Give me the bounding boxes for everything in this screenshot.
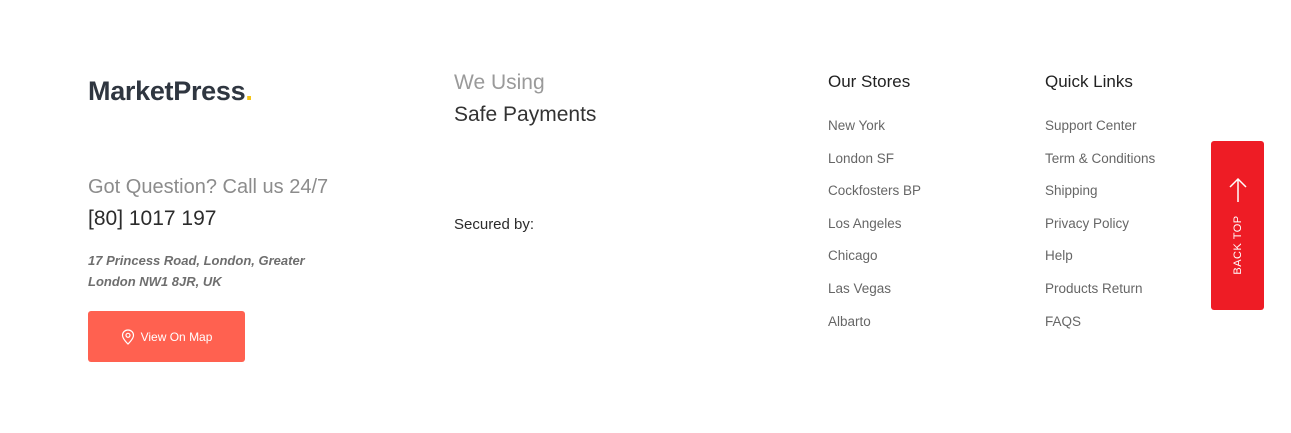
payments-title: Safe Payments xyxy=(454,103,597,126)
stores-list: New York London SF Cockfosters BP Los An… xyxy=(828,118,921,346)
quick-link-faqs[interactable]: FAQS xyxy=(1045,314,1155,347)
store-address: 17 Princess Road, London, Greater London… xyxy=(88,250,348,292)
secured-by-label: Secured by: xyxy=(454,216,535,233)
our-stores-heading: Our Stores xyxy=(828,72,911,91)
map-pin-icon xyxy=(121,328,135,345)
quick-links-heading: Quick Links xyxy=(1045,72,1133,91)
store-link-las-vegas[interactable]: Las Vegas xyxy=(828,281,921,314)
brand-dot: . xyxy=(245,76,253,106)
brand-name: MarketPress xyxy=(88,76,246,106)
store-link-new-york[interactable]: New York xyxy=(828,118,921,151)
back-to-top-button[interactable]: BACK TOP xyxy=(1211,141,1264,310)
quick-link-products-return[interactable]: Products Return xyxy=(1045,281,1155,314)
store-link-los-angeles[interactable]: Los Angeles xyxy=(828,216,921,249)
address-line-1: 17 Princess Road, London, Greater xyxy=(88,253,305,268)
quick-links-list: Support Center Term & Conditions Shippin… xyxy=(1045,118,1155,346)
call-us-heading: Got Question? Call us 24/7 xyxy=(88,176,329,198)
store-link-chicago[interactable]: Chicago xyxy=(828,248,921,281)
quick-link-shipping[interactable]: Shipping xyxy=(1045,183,1155,216)
view-on-map-button[interactable]: View On Map xyxy=(88,311,245,362)
payments-pretitle: We Using xyxy=(454,71,545,94)
brand-logo[interactable]: MarketPress. xyxy=(88,76,253,107)
quick-link-privacy-policy[interactable]: Privacy Policy xyxy=(1045,216,1155,249)
quick-link-terms[interactable]: Term & Conditions xyxy=(1045,151,1155,184)
address-line-2: London NW1 8JR, UK xyxy=(88,274,222,289)
store-link-albarto[interactable]: Albarto xyxy=(828,314,921,347)
view-on-map-label: View On Map xyxy=(140,329,213,344)
store-link-cockfosters-bp[interactable]: Cockfosters BP xyxy=(828,183,921,216)
quick-link-support-center[interactable]: Support Center xyxy=(1045,118,1155,151)
quick-link-help[interactable]: Help xyxy=(1045,248,1155,281)
phone-number[interactable]: [80] 1017 197 xyxy=(88,207,216,231)
arrow-up-icon xyxy=(1228,177,1248,208)
store-link-london-sf[interactable]: London SF xyxy=(828,151,921,184)
back-to-top-label: BACK TOP xyxy=(1232,215,1244,275)
